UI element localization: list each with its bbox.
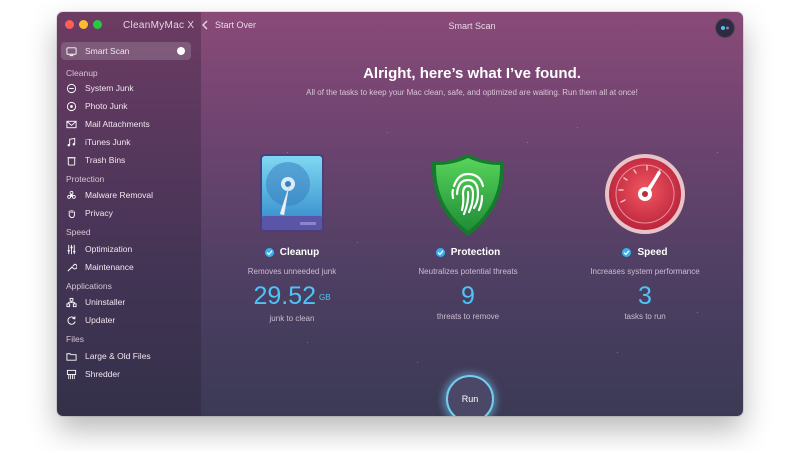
sidebar-item-label: Shredder [85,369,120,379]
sidebar-item-maintenance[interactable]: Maintenance [65,259,134,275]
card-cleanup: Cleanup Removes unneeded junk 29.52 GB ju… [212,152,372,323]
card-value-label: junk to clean [269,314,315,323]
card-value-number: 29.52 [253,282,316,310]
checkmark-icon[interactable] [435,248,445,257]
sidebar-item-label: Uninstaller [85,297,126,307]
sidebar: CleanMyMac X Smart Scan Cleanup System J… [57,12,201,416]
sidebar-item-privacy[interactable]: Privacy [65,205,113,221]
sidebar-item-label: Malware Removal [85,190,154,200]
sidebar-item-photo-junk[interactable]: Photo Junk [65,98,128,114]
sidebar-item-label: Smart Scan [85,46,130,56]
sidebar-item-itunes-junk[interactable]: iTunes Junk [65,134,131,150]
sidebar-item-label: Maintenance [85,262,134,272]
page-subheading: All of the tasks to keep your Mac clean,… [306,88,638,97]
trash-icon [65,154,77,166]
sidebar-item-optimization[interactable]: Optimization [65,241,132,257]
section-label-protection: Protection [66,174,105,184]
run-button[interactable]: Run [446,375,494,416]
card-speed: Speed Increases system performance 3 tas… [565,152,725,321]
card-title: Cleanup [212,247,372,258]
checkmark-icon[interactable] [622,248,632,257]
card-value-label: tasks to run [624,312,666,321]
sidebar-item-label: Trash Bins [85,155,126,165]
card-value: 9 [388,282,548,310]
wrench-icon [65,261,77,273]
checkmark-icon[interactable] [264,248,274,257]
sidebar-item-label: Large & Old Files [85,351,151,361]
system-junk-icon [65,82,77,94]
sidebar-item-shredder[interactable]: Shredder [65,366,120,382]
updater-icon [65,314,77,326]
sidebar-item-label: Photo Junk [85,101,128,111]
app-window: CleanMyMac X Smart Scan Cleanup System J… [57,12,743,416]
uninstaller-icon [65,296,77,308]
card-description: Removes unneeded junk [247,267,337,276]
card-value-number: 9 [461,282,475,310]
card-title: Protection [388,247,548,258]
folder-icon [65,350,77,362]
section-label-applications: Applications [66,281,112,291]
biohazard-icon [65,189,77,201]
music-note-icon [65,136,77,148]
card-value: 29.52 GB [212,282,372,312]
sidebar-item-large-old-files[interactable]: Large & Old Files [65,348,151,364]
section-label-speed: Speed [66,227,91,237]
sidebar-item-malware-removal[interactable]: Malware Removal [65,187,153,203]
hand-icon [65,207,77,219]
speedometer-icon [565,152,725,238]
page-heading: Alright, here’s what I’ve found. [363,65,581,82]
section-label-files: Files [66,334,84,344]
card-value-unit: GB [319,293,331,302]
assistant-dots-icon [721,26,729,30]
card-description: Increases system performance [590,267,700,276]
section-label-cleanup: Cleanup [66,68,98,78]
card-title-text: Speed [637,247,668,258]
sidebar-item-label: Privacy [85,208,113,218]
sliders-icon [65,243,77,255]
shredder-icon [65,368,77,380]
photo-junk-icon [65,100,77,112]
hard-drive-icon [212,152,372,238]
mail-icon [65,118,77,130]
sidebar-item-uninstaller[interactable]: Uninstaller [65,294,125,310]
sidebar-item-label: System Junk [85,83,134,93]
sidebar-item-label: Mail Attachments [85,119,150,129]
card-title-text: Protection [450,247,501,258]
card-value-label: threats to remove [436,312,500,321]
sidebar-item-system-junk[interactable]: System Junk [65,80,134,96]
card-value-number: 3 [638,282,652,310]
sidebar-item-mail-attachments[interactable]: Mail Attachments [65,116,150,132]
sidebar-item-updater[interactable]: Updater [65,312,115,328]
sidebar-item-label: Optimization [85,244,133,254]
smart-scan-status-dot [177,47,185,55]
monitor-icon [65,45,77,57]
card-value: 3 [565,282,725,310]
card-protection: Protection Neutralizes potential threats… [388,152,548,321]
card-description: Neutralizes potential threats [418,267,518,276]
sidebar-item-label: Updater [85,315,116,325]
window-title: Smart Scan [448,21,496,31]
card-title-text: Cleanup [279,247,320,258]
sidebar-item-trash-bins[interactable]: Trash Bins [65,152,125,168]
assistant-button[interactable] [715,18,735,38]
sidebar-item-label: iTunes Junk [85,137,131,147]
sidebar-item-smart-scan-row[interactable]: Smart Scan [65,43,129,59]
shield-fingerprint-icon [388,152,548,238]
card-title: Speed [565,247,725,258]
